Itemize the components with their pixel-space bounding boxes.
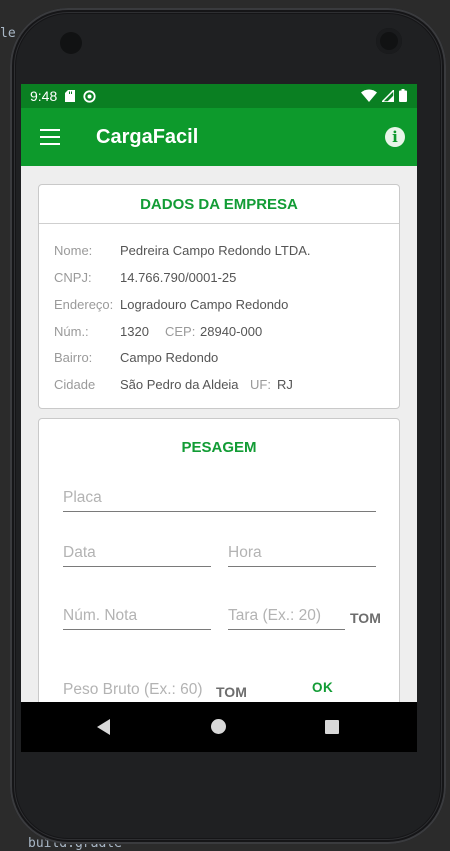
company-name-value: Pedreira Campo Redondo LTDA. [120,243,311,258]
company-city-row: Cidade São Pedro da Aldeia UF: RJ [54,377,384,392]
company-cep-value: 28940-000 [200,324,263,339]
company-city-value: São Pedro da Aldeia [120,377,239,392]
company-district-label: Bairro: [54,350,93,365]
plate-input[interactable]: Placa [63,489,376,512]
weighing-card: PESAGEM Placa Data Hora Núm. Nota Tara (… [38,418,400,702]
company-cep-label: CEP: [165,324,196,339]
weighing-card-title: PESAGEM [181,439,257,456]
home-icon[interactable] [211,719,226,734]
company-state-value: RJ [277,377,293,392]
company-cnpj-label: CNPJ: [54,270,92,285]
date-input[interactable]: Data [63,544,211,567]
info-icon[interactable]: i [385,127,405,147]
company-number-row: Núm.: 1320 CEP: 28940-000 [54,324,384,339]
invoice-number-input[interactable]: Núm. Nota [63,607,211,630]
signal-icon [382,89,394,102]
battery-icon [399,89,407,102]
company-name-label: Nome: [54,243,93,258]
device-screen: 9:48 CargaFacil i DADOS DA EMPRESA Nome:… [21,84,417,752]
status-time: 9:48 [30,88,58,104]
app-title: CargaFacil [96,126,199,148]
company-district-value: Campo Redondo [120,350,219,365]
time-input[interactable]: Hora [228,544,376,567]
tare-input[interactable]: Tara (Ex.: 20) [228,607,345,630]
company-card-title: DADOS DA EMPRESA [39,185,399,224]
main-content[interactable]: DADOS DA EMPRESA Nome: Pedreira Campo Re… [21,166,417,702]
company-cnpj-row: CNPJ: 14.766.790/0001-25 [54,270,236,285]
back-icon[interactable] [97,719,110,735]
company-district-row: Bairro: Campo Redondo [54,350,218,365]
tare-unit: TOM [350,610,381,626]
company-address-row: Endereço: Logradouro Campo Redondo [54,297,288,312]
company-number-value: 1320 [120,324,149,339]
recents-icon[interactable] [325,720,339,734]
sd-card-icon [65,90,76,102]
menu-icon[interactable] [40,129,60,145]
company-state-label: UF: [250,377,271,392]
ok-button[interactable]: OK [312,680,333,695]
company-card: DADOS DA EMPRESA Nome: Pedreira Campo Re… [38,184,400,409]
company-number-label: Núm.: [54,324,89,339]
gross-weight-input[interactable]: Peso Bruto (Ex.: 60) [63,681,203,702]
status-bar: 9:48 [21,84,417,108]
wifi-icon [361,89,377,102]
company-cnpj-value: 14.766.790/0001-25 [120,270,237,285]
company-name-row: Nome: Pedreira Campo Redondo LTDA. [54,243,311,258]
system-nav-bar [21,702,417,752]
company-address-label: Endereço: [54,297,114,312]
ide-fragment: le [0,26,16,41]
company-address-value: Logradouro Campo Redondo [120,297,289,312]
sync-icon [83,89,96,103]
front-camera [376,28,402,54]
company-city-label: Cidade [54,377,96,392]
gross-weight-unit: TOM [216,684,247,700]
speaker-dot [60,32,82,54]
app-bar: CargaFacil i [21,108,417,166]
